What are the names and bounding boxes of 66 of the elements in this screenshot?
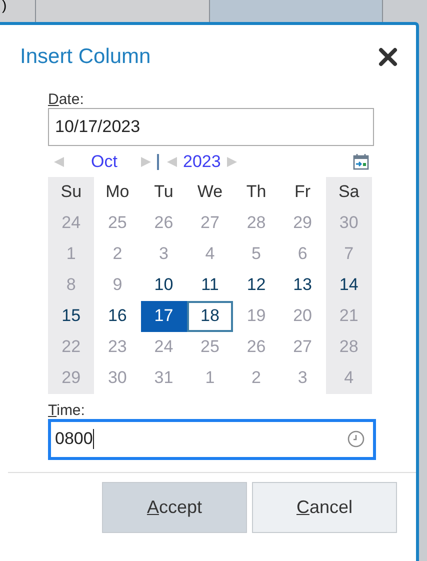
calendar-day[interactable]: 5 — [233, 238, 280, 270]
calendar-day[interactable]: 2 — [233, 362, 280, 394]
year-label[interactable]: 2023 — [183, 148, 221, 174]
calendar-day[interactable]: 23 — [94, 332, 141, 362]
calendar-day[interactable]: 26 — [233, 332, 280, 362]
calendar-day[interactable]: 26 — [140, 208, 187, 238]
calendar-day[interactable]: 30 — [94, 362, 141, 394]
calendar-day[interactable]: 29 — [48, 362, 94, 394]
weekday-header: Su — [48, 176, 94, 208]
calendar-day[interactable]: 21 — [326, 300, 372, 332]
calendar-day[interactable]: 13 — [279, 270, 326, 300]
weekday-header: Fr — [294, 181, 312, 204]
calendar-day[interactable]: 28 — [326, 332, 372, 362]
time-label: Time: — [48, 402, 86, 418]
calendar-day[interactable]: 4 — [326, 362, 372, 394]
time-field[interactable]: 0800 — [48, 418, 376, 460]
calendar-day[interactable]: 27 — [186, 208, 234, 238]
clock-icon[interactable] — [347, 430, 365, 448]
calendar-day[interactable]: 22 — [48, 332, 94, 362]
accept-button[interactable]: Accept — [102, 482, 247, 532]
calendar-day[interactable]: 1 — [186, 362, 234, 394]
calendar-day[interactable]: 19 — [233, 300, 280, 332]
cancel-button[interactable]: Cancel — [252, 482, 397, 532]
calendar-day[interactable]: 3 — [140, 238, 187, 270]
calendar-day[interactable]: 16 — [94, 300, 141, 332]
calendar-day[interactable]: 1 — [48, 238, 94, 270]
calendar-day[interactable]: 12 — [233, 270, 280, 300]
previous-year-icon[interactable] — [165, 154, 179, 168]
calendar-day[interactable]: 9 — [94, 270, 141, 300]
calendar-day[interactable]: 24 — [140, 332, 187, 362]
calendar-day[interactable]: 7 — [326, 238, 372, 270]
calendar-day[interactable]: 25 — [94, 208, 141, 238]
close-icon[interactable] — [378, 46, 398, 67]
calendar-day[interactable]: 18 — [186, 300, 234, 332]
date-field[interactable]: 10/17/2023 — [48, 108, 374, 146]
calendar-day[interactable]: 28 — [233, 208, 280, 238]
next-year-icon[interactable] — [224, 154, 239, 168]
calendar-day[interactable]: 31 — [140, 362, 187, 394]
calendar-today-icon[interactable] — [352, 152, 370, 170]
next-month-icon[interactable] — [139, 154, 153, 168]
calendar-day[interactable]: 15 — [48, 300, 94, 332]
previous-month-icon[interactable] — [52, 154, 66, 168]
calendar-day[interactable]: 17 — [140, 300, 187, 332]
calendar-day[interactable]: 20 — [279, 300, 326, 332]
calendar-day[interactable]: 14 — [326, 270, 372, 300]
date-label: Date: — [48, 90, 85, 108]
weekday-header: Sa — [326, 176, 372, 208]
calendar-day[interactable]: 24 — [48, 208, 94, 238]
calendar-day[interactable]: 6 — [279, 238, 326, 270]
weekday-header: Th — [245, 181, 268, 204]
calendar-day[interactable]: 30 — [326, 208, 372, 238]
calendar-day[interactable]: 8 — [48, 270, 94, 300]
weekday-header: Tu — [153, 181, 174, 204]
calendar-day[interactable]: 10 — [140, 270, 187, 300]
calendar-day[interactable]: 27 — [279, 332, 326, 362]
weekday-header: Mo — [104, 181, 130, 204]
table-cell: ) — [0, 0, 36, 22]
calendar-day[interactable]: 29 — [279, 208, 326, 238]
weekday-header: We — [196, 181, 224, 204]
calendar-day[interactable]: 4 — [186, 238, 234, 270]
calendar-day[interactable]: 11 — [186, 270, 234, 300]
month-label[interactable]: Oct — [91, 148, 131, 174]
calendar-day[interactable]: 3 — [279, 362, 326, 394]
dialog-title: Insert Column — [20, 44, 151, 70]
calendar-day[interactable]: 25 — [186, 332, 234, 362]
calendar-day[interactable]: 2 — [94, 238, 141, 270]
